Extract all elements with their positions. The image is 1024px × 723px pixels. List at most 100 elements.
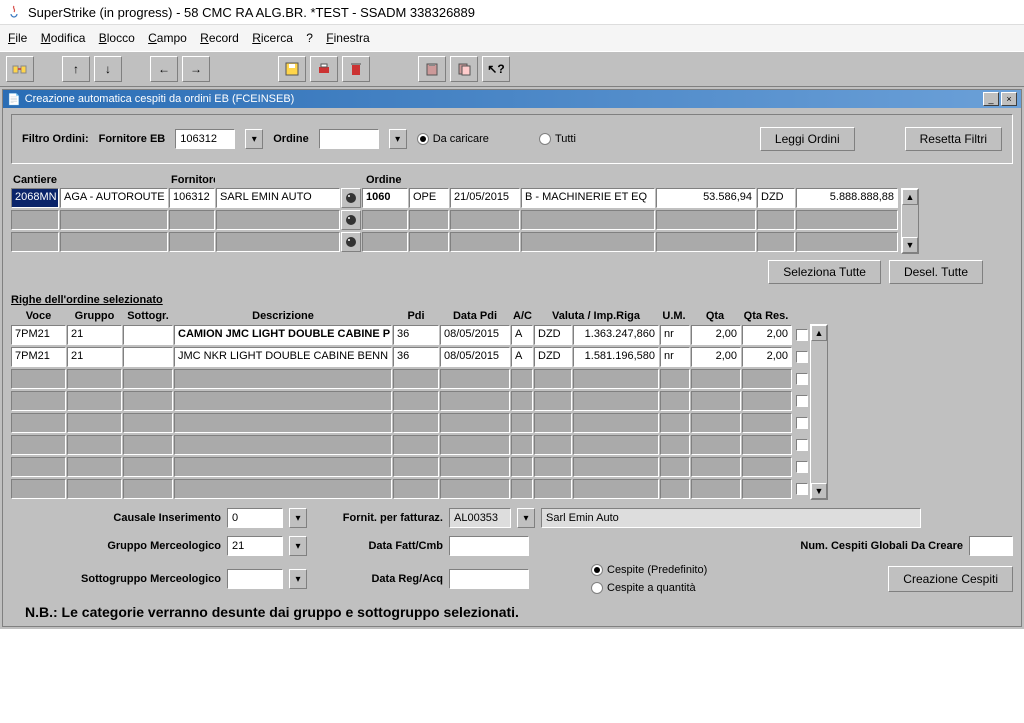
righe-cell [174,457,392,477]
righe-row[interactable] [11,368,808,390]
scroll-up-icon[interactable]: ▲ [811,325,827,341]
ordini-row[interactable]: 2068MN AGA - AUTOROUTE 106312 SARL EMIN … [11,188,899,210]
menu-modifica[interactable]: Modifica [41,31,86,45]
row-checkbox[interactable] [796,461,808,473]
ordine-label: Ordine [273,133,308,145]
gruppo-merc-dropdown-icon[interactable]: ▾ [289,536,307,556]
radio-dot-icon [417,133,429,145]
desel-tutte-button[interactable]: Desel. Tutte [889,260,983,284]
leggi-ordini-button[interactable]: Leggi Ordini [760,127,855,151]
menu-ricerca[interactable]: Ricerca [252,31,293,45]
creazione-cespiti-button[interactable]: Creazione Cespiti [888,566,1013,592]
fornit-fatt-dropdown-icon[interactable]: ▾ [517,508,535,528]
sottogr-merc-input[interactable] [227,569,283,589]
fornit-fatt-input[interactable] [449,508,511,528]
righe-row[interactable]: 7PM2121JMC NKR LIGHT DOUBLE CABINE BENN3… [11,346,808,368]
righe-cell [393,479,439,499]
cell-ord-data: 21/05/2015 [450,188,520,208]
righe-scrollbar[interactable]: ▲ ▼ [810,324,828,500]
scroll-up-icon[interactable]: ▲ [902,189,918,205]
causale-dropdown-icon[interactable]: ▾ [289,508,307,528]
causale-input[interactable] [227,508,283,528]
cell-cantiere-desc: AGA - AUTOROUTE [60,188,168,208]
tb-connect-icon[interactable] [6,56,34,82]
menu-blocco[interactable]: Blocco [99,31,135,45]
righe-cell [11,413,66,433]
tb-down-icon[interactable]: ↓ [94,56,122,82]
row-checkbox[interactable] [796,417,808,429]
righe-cell [67,479,122,499]
scroll-down-icon[interactable]: ▼ [811,483,827,499]
radio-cespite-quantita[interactable]: Cespite a quantità [591,582,707,594]
fornit-fatt-desc [541,508,921,528]
righe-row[interactable] [11,412,808,434]
righe-row[interactable] [11,456,808,478]
row-checkbox[interactable] [796,373,808,385]
child-window: 📄 Creazione automatica cespiti da ordini… [2,89,1022,627]
sottogr-merc-dropdown-icon[interactable]: ▾ [289,569,307,589]
tb-save-icon[interactable] [278,56,306,82]
righe-cell [691,457,741,477]
tb-up-icon[interactable]: ↑ [62,56,90,82]
datareg-input[interactable] [449,569,529,589]
row-checkbox[interactable] [796,351,808,363]
righe-cell [573,369,659,389]
ordine-input[interactable] [319,129,379,149]
righe-cell [123,413,173,433]
row-checkbox[interactable] [796,395,808,407]
ordine-dropdown-icon[interactable]: ▾ [389,129,407,149]
righe-row[interactable]: 7PM2121CAMION JMC LIGHT DOUBLE CABINE P3… [11,324,808,346]
hdr-cantiere: Cantiere [11,174,59,186]
ordini-scrollbar[interactable]: ▲ ▼ [901,188,919,254]
cell-forn-desc: SARL EMIN AUTO [216,188,340,208]
righe-cell: 7PM21 [11,325,66,345]
row-action-icon[interactable] [341,210,361,230]
menu-campo[interactable]: Campo [148,31,187,45]
righe-row[interactable] [11,390,808,412]
row-checkbox[interactable] [796,329,808,341]
tb-delete-icon[interactable] [342,56,370,82]
righe-cell [660,369,690,389]
tb-paste-icon[interactable] [418,56,446,82]
menu-record[interactable]: Record [200,31,239,45]
tb-copy-icon[interactable] [450,56,478,82]
fornitore-eb-input[interactable] [175,129,235,149]
righe-cell [123,391,173,411]
tb-right-icon[interactable]: → [182,56,210,82]
filter-panel: Filtro Ordini: Fornitore EB ▾ Ordine ▾ D… [11,114,1013,164]
righe-cell: A [511,347,533,367]
tb-left-icon[interactable]: ← [150,56,178,82]
cell-ord-tipo: OPE [409,188,449,208]
resetta-filtri-button[interactable]: Resetta Filtri [905,127,1002,151]
righe-cell [511,369,533,389]
hdr-ordine: Ordine [364,174,410,186]
radio-tutti[interactable]: Tutti [539,133,576,145]
menu-finestra[interactable]: Finestra [326,31,369,45]
tb-print-icon[interactable] [310,56,338,82]
righe-row[interactable] [11,478,808,500]
menu-help[interactable]: ? [306,31,313,45]
menu-file[interactable]: File [8,31,27,45]
scroll-down-icon[interactable]: ▼ [902,237,918,253]
row-checkbox[interactable] [796,483,808,495]
gruppo-merc-input[interactable] [227,536,283,556]
righe-row[interactable] [11,434,808,456]
causale-label: Causale Inserimento [11,512,221,524]
row-checkbox[interactable] [796,439,808,451]
radio-cespite-predef[interactable]: Cespite (Predefinito) [591,564,707,576]
radio-dacaricare[interactable]: Da caricare [417,133,489,145]
righe-cell: 2,00 [691,325,741,345]
seleziona-tutte-button[interactable]: Seleziona Tutte [768,260,881,284]
cell-cantiere-code[interactable]: 2068MN [11,188,59,208]
numcespiti-input[interactable] [969,536,1013,556]
ordini-row-empty [11,210,899,232]
righe-title: Righe dell'ordine selezionato [11,294,1013,306]
radio-dot-icon [539,133,551,145]
child-close-button[interactable]: × [1001,92,1017,106]
row-action-icon[interactable] [341,188,361,208]
tb-whatsthis-icon[interactable]: ↖? [482,56,510,82]
datafatt-input[interactable] [449,536,529,556]
row-action-icon[interactable] [341,232,361,252]
fornitore-eb-dropdown-icon[interactable]: ▾ [245,129,263,149]
child-minimize-button[interactable]: _ [983,92,999,106]
